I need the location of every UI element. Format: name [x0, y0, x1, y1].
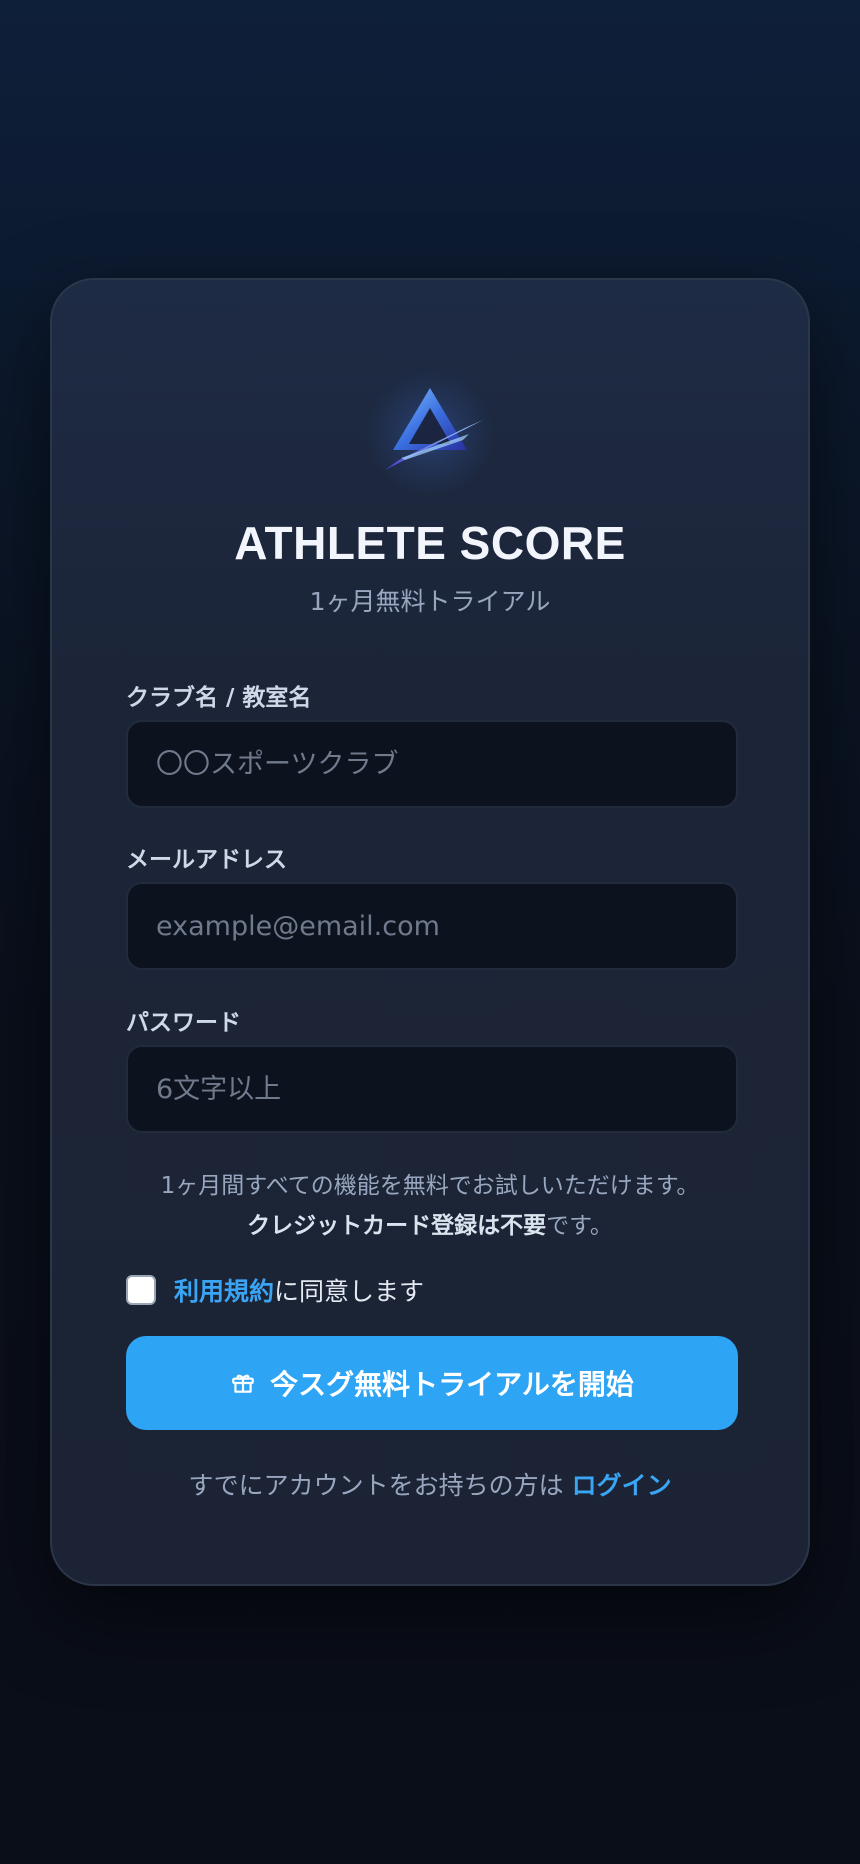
password-label: パスワード — [126, 1010, 241, 1036]
password-input[interactable] — [126, 1045, 738, 1133]
terms-checkbox[interactable] — [126, 1275, 156, 1305]
email-label: メールアドレス — [126, 847, 287, 873]
login-prompt-text: すでにアカウントをお持ちの方は — [188, 1471, 564, 1500]
club-name-input[interactable] — [126, 720, 738, 808]
login-link[interactable]: ログイン — [572, 1471, 672, 1500]
club-name-label: クラブ名 / 教室名 — [126, 685, 312, 711]
triangle-logo-icon — [365, 368, 495, 498]
gift-icon — [232, 1374, 254, 1393]
terms-agreement: 利用規約に同意します — [126, 1273, 424, 1307]
trial-notice-line2: クレジットカード登録は不要です。 — [52, 1206, 808, 1246]
trial-notice-line1: 1ヶ月間すべての機能を無料でお試しいただけます。 — [160, 1173, 700, 1199]
start-trial-button[interactable]: 今スグ無料トライアルを開始 — [126, 1336, 738, 1430]
no-card-required-text: クレジットカード登録は不要 — [247, 1213, 547, 1239]
trial-notice: 1ヶ月間すべての機能を無料でお試しいただけます。 クレジットカード登録は不要です… — [52, 1166, 808, 1246]
app-subtitle: 1ヶ月無料トライアル — [309, 587, 551, 616]
login-prompt: すでにアカウントをお持ちの方は ログイン — [52, 1466, 808, 1502]
terms-text: 利用規約に同意します — [174, 1272, 424, 1308]
start-trial-label: 今スグ無料トライアルを開始 — [270, 1368, 634, 1401]
trial-notice-suffix: です。 — [546, 1213, 613, 1239]
app-title: ATHLETE SCORE — [234, 517, 626, 569]
terms-suffix: に同意します — [274, 1277, 425, 1306]
email-input[interactable] — [126, 882, 738, 970]
terms-link[interactable]: 利用規約 — [174, 1277, 274, 1306]
signup-card: ATHLETE SCORE 1ヶ月無料トライアル クラブ名 / 教室名 メールア… — [50, 278, 810, 1586]
